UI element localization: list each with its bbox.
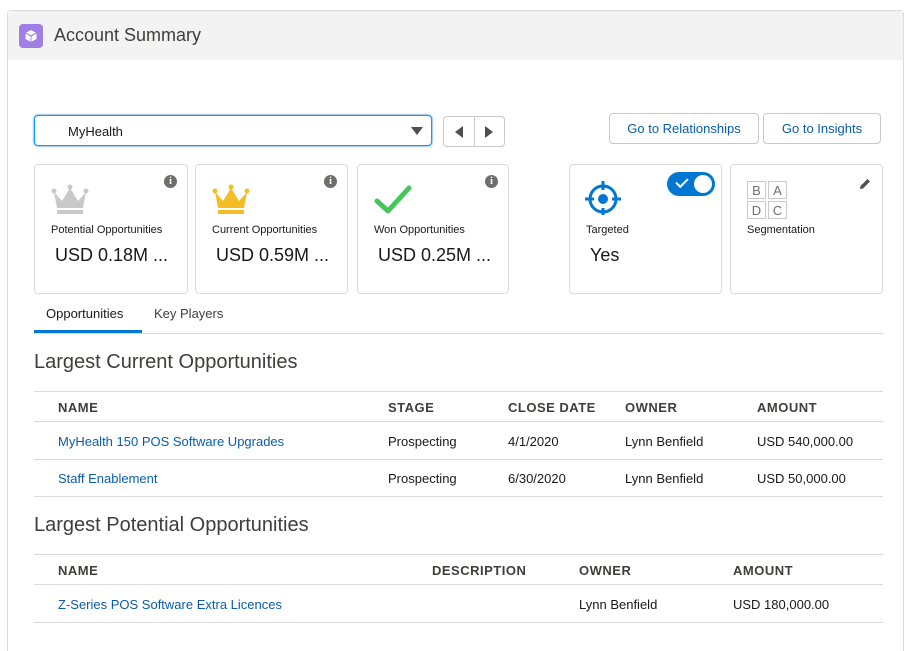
checkmark-icon (374, 185, 412, 214)
toggle-knob (694, 175, 712, 193)
panel-header: Account Summary (8, 11, 903, 60)
target-icon (585, 181, 621, 215)
chevron-down-icon (411, 127, 423, 135)
page-title: Account Summary (54, 25, 202, 45)
column-header[interactable]: NAME (58, 400, 98, 415)
info-icon[interactable]: i (164, 175, 177, 188)
section-title: Largest Potential Opportunities (34, 514, 309, 536)
opportunity-link[interactable]: Z-Series POS Software Extra Licences (58, 597, 282, 612)
owner-cell: Lynn Benfield (625, 434, 704, 449)
account-select[interactable]: MyHealth (34, 115, 432, 146)
card-value: USD 0.25M ... (378, 245, 492, 265)
go-to-insights-button[interactable]: Go to Insights (763, 113, 881, 144)
chevron-right-icon (485, 125, 494, 138)
cube-icon (19, 24, 43, 48)
tab-bar: Opportunities Key Players (34, 300, 883, 334)
section-title: Largest Current Opportunities (34, 351, 298, 373)
column-header[interactable]: STAGE (388, 400, 434, 415)
current-opportunities-card: i Current Opportunities USD 0.59M ... (195, 164, 348, 294)
amount-cell: USD 540,000.00 (757, 434, 854, 449)
table-row: Staff Enablement Prospecting 6/30/2020 L… (34, 460, 883, 497)
card-label: Potential Opportunities (51, 224, 163, 236)
column-header[interactable]: CLOSE DATE (508, 400, 596, 415)
column-header[interactable]: OWNER (579, 563, 631, 578)
card-label: Segmentation (747, 224, 815, 236)
table-row: Z-Series POS Software Extra Licences Lyn… (34, 586, 883, 623)
amount-cell: USD 180,000.00 (733, 597, 830, 612)
tab-key-players[interactable]: Key Players (154, 306, 223, 330)
table-row: MyHealth 150 POS Software Upgrades Prosp… (34, 423, 883, 460)
amount-cell: USD 50,000.00 (757, 471, 846, 486)
stage-cell: Prospecting (388, 434, 457, 449)
close-date-cell: 4/1/2020 (508, 434, 559, 449)
owner-cell: Lynn Benfield (579, 597, 658, 612)
segmentation-grid-icon: B A D C (747, 181, 787, 219)
next-button[interactable] (473, 117, 504, 146)
column-header[interactable]: NAME (58, 563, 98, 578)
segment-cell: A (768, 181, 787, 199)
opportunity-link[interactable]: MyHealth 150 POS Software Upgrades (58, 434, 284, 449)
previous-button[interactable] (444, 117, 474, 146)
table-header: NAME STAGE CLOSE DATE OWNER AMOUNT (34, 391, 883, 422)
card-value: USD 0.59M ... (216, 245, 330, 265)
column-header[interactable]: AMOUNT (733, 563, 793, 578)
chevron-left-icon (454, 125, 463, 138)
segmentation-card: B A D C Segmentation (730, 164, 883, 294)
info-icon[interactable]: i (485, 175, 498, 188)
won-opportunities-card: i Won Opportunities USD 0.25M ... (357, 164, 509, 294)
go-to-relationships-button[interactable]: Go to Relationships (609, 113, 759, 144)
card-label: Won Opportunities (374, 224, 465, 236)
card-label: Targeted (586, 224, 629, 236)
stage-cell: Prospecting (388, 471, 457, 486)
info-icon[interactable]: i (324, 175, 337, 188)
card-value: USD 0.18M ... (55, 245, 169, 265)
column-header[interactable]: DESCRIPTION (432, 563, 526, 578)
owner-cell: Lynn Benfield (625, 471, 704, 486)
pencil-icon[interactable] (858, 177, 872, 191)
tab-opportunities[interactable]: Opportunities (46, 306, 123, 330)
crown-icon (212, 184, 250, 214)
close-date-cell: 6/30/2020 (508, 471, 566, 486)
card-value: Yes (590, 245, 620, 265)
active-tab-indicator (34, 330, 142, 333)
targeted-toggle[interactable] (667, 172, 715, 196)
opportunity-link[interactable]: Staff Enablement (58, 471, 158, 486)
potential-opportunities-card: i Potential Opportunities USD 0.18M ... (34, 164, 188, 294)
card-label: Current Opportunities (212, 224, 318, 236)
segment-cell: C (768, 201, 787, 219)
check-icon (675, 174, 689, 189)
account-nav-group (443, 116, 505, 147)
segment-cell: D (747, 201, 766, 219)
targeted-card: Targeted Yes (569, 164, 722, 294)
column-header[interactable]: OWNER (625, 400, 677, 415)
crown-icon (51, 184, 89, 214)
table-header: NAME DESCRIPTION OWNER AMOUNT (34, 554, 883, 585)
account-select-value: MyHealth (68, 124, 123, 139)
column-header[interactable]: AMOUNT (757, 400, 817, 415)
segment-cell: B (747, 181, 766, 199)
